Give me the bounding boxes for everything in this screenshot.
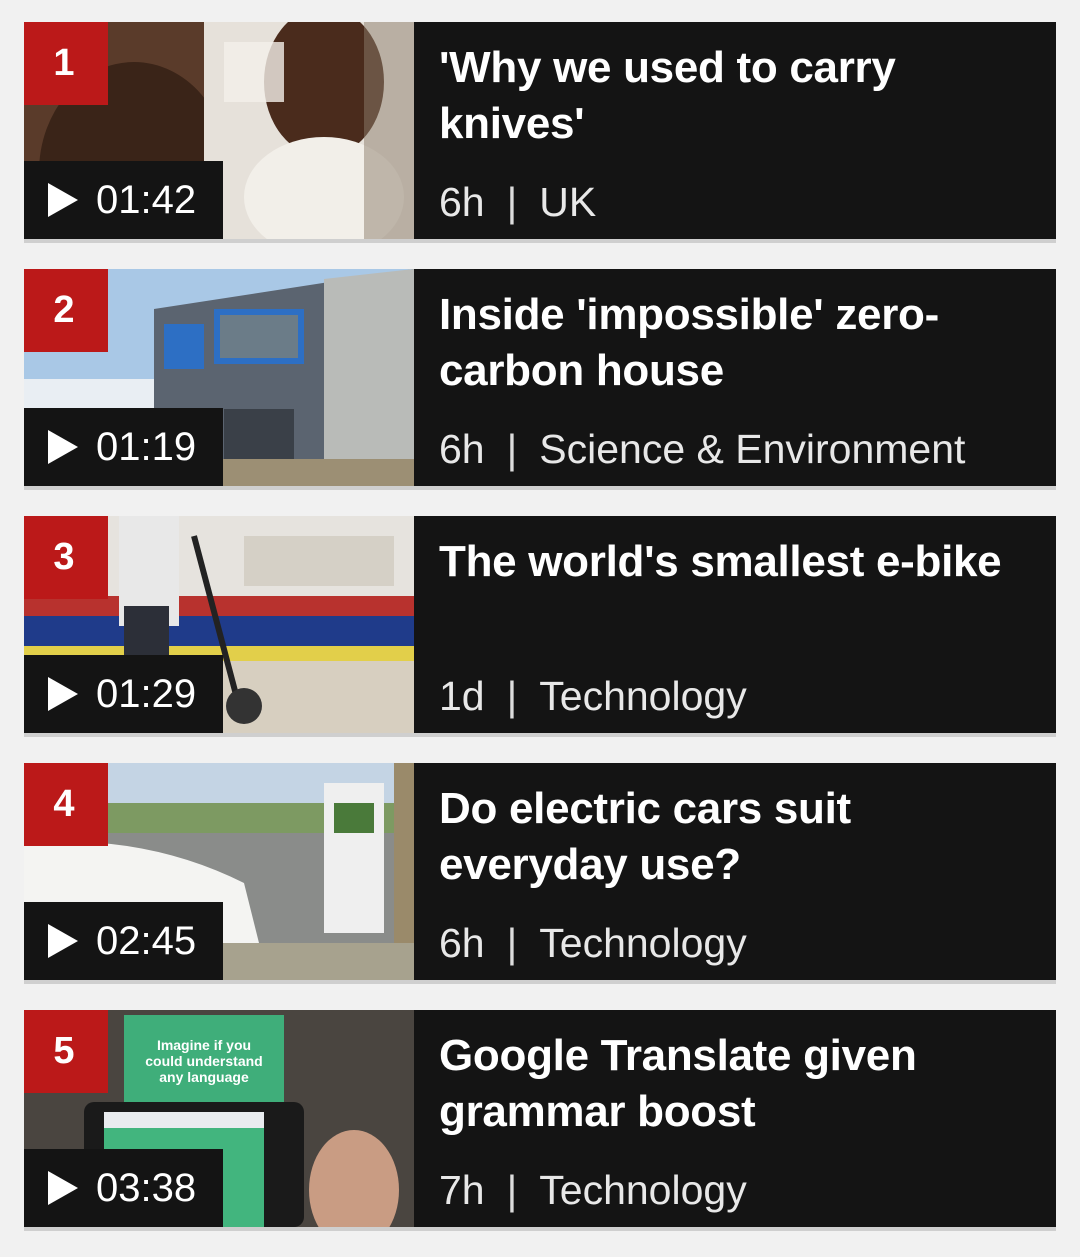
video-info: Do electric cars suit everyday use? 6h | T… [439,763,1039,980]
video-headline[interactable]: Do electric cars suit everyday use? [439,781,1039,893]
video-info: Google Translate given grammar boost 7h |… [439,1010,1039,1227]
sign-text-line-3: any language [159,1069,249,1085]
sign-text-line-2: could understand [145,1053,262,1069]
video-card-2[interactable]: 2 01:19 Inside 'impossible' zero-carbon … [24,269,1056,486]
video-info: 'Why we used to carry knives' 6h | UK [439,22,1039,239]
video-duration[interactable]: 03:38 [24,1149,223,1227]
video-section[interactable]: UK [539,179,596,225]
video-card-5[interactable]: Imagine if you could understand any lang… [24,1010,1056,1227]
video-duration[interactable]: 01:29 [24,655,223,733]
video-age: 6h [439,179,485,225]
rank-badge: 2 [24,269,108,352]
video-section[interactable]: Technology [539,673,746,719]
meta-separator: | [506,1167,518,1213]
most-watched-list: 1 01:42 'Why we used to carry knives' 6h… [24,22,1056,1257]
duration-label: 01:42 [96,177,197,222]
video-duration[interactable]: 02:45 [24,902,223,980]
meta-separator: | [506,673,518,719]
play-icon [48,183,78,217]
meta-separator: | [506,179,518,225]
video-duration[interactable]: 01:19 [24,408,223,486]
duration-label: 03:38 [96,1165,197,1210]
video-thumbnail[interactable]: 3 01:29 [24,516,414,733]
video-thumbnail[interactable]: 1 01:42 [24,22,414,239]
duration-label: 02:45 [96,918,197,963]
video-card-4[interactable]: 4 02:45 Do electric cars suit everyday u… [24,763,1056,980]
play-icon [48,430,78,464]
play-icon [48,1171,78,1205]
rank-badge: 1 [24,22,108,105]
video-age: 6h [439,426,485,472]
video-meta: 6h | UK [439,177,596,227]
play-icon [48,924,78,958]
video-section[interactable]: Technology [539,1167,746,1213]
video-card-3[interactable]: 3 01:29 The world's smallest e-bike 1d | T… [24,516,1056,733]
rank-badge: 4 [24,763,108,846]
rank-badge: 5 [24,1010,108,1093]
video-age: 1d [439,673,485,719]
rank-badge: 3 [24,516,108,599]
meta-separator: | [506,426,518,472]
video-thumbnail[interactable]: 4 02:45 [24,763,414,980]
video-headline[interactable]: Google Translate given grammar boost [439,1028,1039,1140]
video-meta: 7h | Technology [439,1165,747,1215]
video-info: Inside 'impossible' zero-carbon house 6h… [439,269,1039,486]
video-duration[interactable]: 01:42 [24,161,223,239]
video-age: 7h [439,1167,485,1213]
sign-text-line-1: Imagine if you [157,1037,251,1053]
play-icon [48,677,78,711]
video-section[interactable]: Science & Environment [539,426,965,472]
video-meta: 6h | Technology [439,918,747,968]
video-section[interactable]: Technology [539,920,746,966]
meta-separator: | [506,920,518,966]
video-meta: 6h | Science & Environment [439,424,965,474]
video-info: The world's smallest e-bike 1d | Technolog… [439,516,1039,733]
video-age: 6h [439,920,485,966]
video-meta: 1d | Technology [439,671,747,721]
video-headline[interactable]: Inside 'impossible' zero-carbon house [439,287,1039,399]
duration-label: 01:29 [96,671,197,716]
video-card-1[interactable]: 1 01:42 'Why we used to carry knives' 6h… [24,22,1056,239]
video-headline[interactable]: The world's smallest e-bike [439,534,1039,590]
video-thumbnail[interactable]: 2 01:19 [24,269,414,486]
duration-label: 01:19 [96,424,197,469]
video-headline[interactable]: 'Why we used to carry knives' [439,40,1039,152]
video-thumbnail[interactable]: Imagine if you could understand any lang… [24,1010,414,1227]
